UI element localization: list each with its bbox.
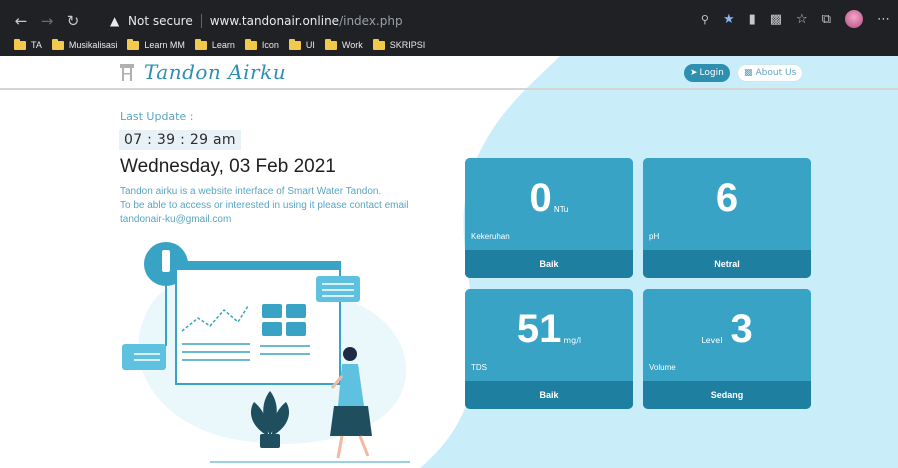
address-separator <box>200 14 202 28</box>
volume-prefix: Level <box>701 336 723 345</box>
bookmark-ta[interactable]: TA <box>14 38 42 50</box>
reload-icon[interactable]: ↻ <box>60 8 86 34</box>
folder-icon <box>324 38 337 50</box>
brand-name: Tandon Airku <box>144 60 287 84</box>
bookmark-work[interactable]: Work <box>324 38 363 50</box>
url-host: www.tandonair.online <box>209 14 340 28</box>
security-label: Not secure <box>128 14 193 28</box>
extension-icon[interactable]: ▩ <box>770 12 782 27</box>
profile-avatar[interactable] <box>845 10 863 28</box>
update-time: 07 : 39 : 29 am <box>119 130 241 150</box>
bookmark-learn[interactable]: Learn <box>194 38 235 50</box>
card-value-row: Level 3 <box>643 309 811 349</box>
about-us-button[interactable]: ▩ About Us <box>737 64 804 82</box>
more-icon[interactable]: ⋯ <box>877 12 890 27</box>
bookmark-musikalisasi[interactable]: Musikalisasi <box>51 38 117 50</box>
warning-icon: ▲ <box>110 14 120 28</box>
web-page: Tandon Airku ➤ Login ▩ About Us Last Upd… <box>0 56 898 468</box>
folder-icon <box>288 38 301 50</box>
reader-icon[interactable]: ▮ <box>749 12 756 27</box>
volume-status: Sedang <box>643 381 811 409</box>
ph-status: Netral <box>643 250 811 278</box>
bookmark-learn-mm[interactable]: Learn MM <box>127 38 185 50</box>
folder-icon <box>127 38 140 50</box>
bookmark-ui[interactable]: UI <box>288 38 315 50</box>
dashboard-illustration <box>122 242 410 463</box>
volume-card: Level 3 Volume Sedang <box>643 289 811 409</box>
card-value-row: 0 NTu <box>465 178 633 218</box>
ph-card: 6 pH Netral <box>643 158 811 278</box>
back-icon[interactable]: ← <box>8 8 34 34</box>
favorites-icon[interactable]: ☆ <box>796 12 808 27</box>
description-line-2: To be able to access or interested in us… <box>120 200 409 211</box>
zoom-icon[interactable]: ⚲ <box>701 13 709 26</box>
ph-value: 6 <box>715 176 739 220</box>
update-date: Wednesday, 03 Feb 2021 <box>120 156 336 177</box>
tds-unit: mg/l <box>563 336 582 345</box>
url-path: /index.php <box>339 14 403 28</box>
login-icon: ➤ <box>690 68 698 78</box>
card-value-row: 51 mg/l <box>465 309 633 349</box>
tds-status: Baik <box>465 381 633 409</box>
bookmarks-bar: TA Musikalisasi Learn MM Learn Icon UI W… <box>0 36 898 54</box>
brand[interactable]: Tandon Airku <box>118 60 286 84</box>
volume-value: 3 <box>730 307 753 351</box>
site-navbar: Tandon Airku ➤ Login ▩ About Us <box>0 56 898 90</box>
tds-card: 51 mg/l TDS Baik <box>465 289 633 409</box>
turbidity-label: Kekeruhan <box>471 232 510 241</box>
folder-icon <box>14 38 26 50</box>
tds-label: TDS <box>471 363 487 372</box>
browser-actions: ⚲ ★ ▮ ▩ ☆ ⧉ ⋯ <box>701 10 890 28</box>
turbidity-value: 0 <box>529 176 552 220</box>
description: Tandon airku is a website interface of S… <box>120 185 450 227</box>
turbidity-status: Baik <box>465 250 633 278</box>
forward-icon[interactable]: → <box>34 8 60 34</box>
last-update-label: Last Update : <box>120 110 194 123</box>
turbidity-card: 0 NTu Kekeruhan Baik <box>465 158 633 278</box>
turbidity-unit: NTu <box>553 205 569 214</box>
ph-label: pH <box>649 232 660 241</box>
description-email: tandonair-ku@gmail.com <box>120 214 232 225</box>
browser-chrome: ← → ↻ ▲ Not secure www.tandonair.online /… <box>0 0 898 56</box>
description-line-1: Tandon airku is a website interface of S… <box>120 186 382 197</box>
folder-icon <box>51 38 64 50</box>
bookmark-icon[interactable]: Icon <box>244 38 279 50</box>
star-icon[interactable]: ★ <box>723 12 735 27</box>
volume-label: Volume <box>649 363 676 372</box>
login-button[interactable]: ➤ Login <box>684 64 730 82</box>
collections-icon[interactable]: ⧉ <box>822 12 831 27</box>
tds-value: 51 <box>516 307 562 351</box>
address-bar[interactable]: ▲ Not secure www.tandonair.online/index.… <box>102 10 722 32</box>
chart-icon: ▩ <box>744 68 753 78</box>
water-tower-icon <box>120 64 134 81</box>
folder-icon <box>372 38 385 50</box>
folder-icon <box>244 38 257 50</box>
card-value-row: 6 <box>643 178 811 218</box>
folder-icon <box>194 38 207 50</box>
bookmark-skripsi[interactable]: SKRIPSI <box>372 38 425 50</box>
